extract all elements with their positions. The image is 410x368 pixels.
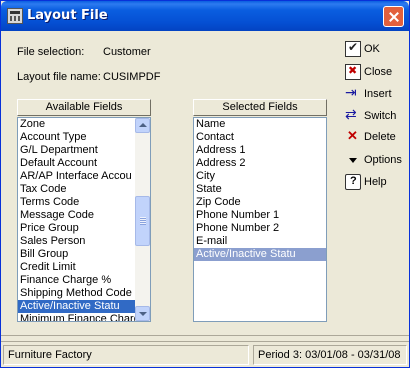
switch-button[interactable]: Switch: [345, 106, 409, 126]
insert-label: Insert: [364, 88, 392, 100]
list-item[interactable]: Message Code: [18, 209, 150, 222]
available-fields-scrollbar[interactable]: [135, 118, 150, 321]
insert-icon: [345, 84, 361, 102]
list-item[interactable]: Zone: [18, 118, 150, 131]
list-item[interactable]: Default Account: [18, 157, 150, 170]
options-label: Options: [364, 154, 402, 166]
divider: [1, 335, 409, 336]
close-document-icon: [345, 64, 361, 80]
period-info: Period 3: 03/01/08 - 03/31/08: [253, 345, 407, 365]
list-item[interactable]: Contact: [194, 131, 326, 144]
company-name: Furniture Factory: [3, 345, 249, 365]
list-item[interactable]: Price Group: [18, 222, 150, 235]
list-item[interactable]: Name: [194, 118, 326, 131]
list-item[interactable]: Shipping Method Code: [18, 287, 150, 300]
list-item[interactable]: Minimum Finance Charg: [18, 313, 150, 321]
ok-button[interactable]: OK: [345, 39, 409, 59]
layout-file-window: Layout File File selection: Customer Lay…: [0, 0, 410, 368]
list-item[interactable]: City: [194, 170, 326, 183]
list-item[interactable]: E-mail: [194, 235, 326, 248]
title-bar[interactable]: Layout File: [1, 1, 409, 31]
list-item[interactable]: Active/Inactive Statu: [18, 300, 150, 313]
available-fields-list[interactable]: Zone Account Type G/L Department Default Ac…: [17, 117, 151, 322]
ok-label: OK: [364, 43, 380, 55]
list-item[interactable]: Address 1: [194, 144, 326, 157]
list-item[interactable]: Terms Code: [18, 196, 150, 209]
list-item[interactable]: Tax Code: [18, 183, 150, 196]
list-item[interactable]: Bill Group: [18, 248, 150, 261]
selected-fields-items: Name Contact Address 1 Address 2 City State Zi…: [194, 118, 326, 261]
dropdown-arrow-icon: [345, 152, 361, 168]
window-title: Layout File: [27, 8, 108, 23]
switch-icon: [345, 106, 361, 124]
status-bar: Furniture Factory Period 3: 03/01/08 - 0…: [1, 341, 409, 367]
list-item[interactable]: Address 2: [194, 157, 326, 170]
file-selection-value: Customer: [103, 46, 151, 58]
options-button[interactable]: Options: [345, 150, 409, 170]
file-selection-label: File selection:: [17, 46, 85, 58]
layout-file-name-value: CUSIMPDF: [103, 71, 161, 83]
list-item[interactable]: Zip Code: [194, 196, 326, 209]
calculator-app-icon: [7, 8, 23, 24]
list-item[interactable]: Sales Person: [18, 235, 150, 248]
layout-file-name-label: Layout file name:: [17, 71, 101, 83]
list-item[interactable]: AR/AP Interface Accou: [18, 170, 150, 183]
help-icon: [345, 174, 361, 190]
list-item[interactable]: Account Type: [18, 131, 150, 144]
delete-label: Delete: [364, 131, 396, 143]
available-fields-header: Available Fields: [17, 99, 151, 116]
delete-button[interactable]: Delete: [345, 127, 409, 147]
scroll-thumb[interactable]: [135, 196, 150, 246]
close-icon[interactable]: [383, 6, 404, 27]
scroll-down-icon[interactable]: [135, 306, 150, 321]
help-button[interactable]: Help: [345, 172, 409, 192]
list-item[interactable]: Phone Number 2: [194, 222, 326, 235]
selected-fields-header: Selected Fields: [193, 99, 327, 116]
available-fields-items: Zone Account Type G/L Department Default Ac…: [18, 118, 150, 321]
scroll-up-icon[interactable]: [135, 118, 150, 133]
selected-fields-list[interactable]: Name Contact Address 1 Address 2 City State Zi…: [193, 117, 327, 322]
list-item[interactable]: Finance Charge %: [18, 274, 150, 287]
switch-label: Switch: [364, 110, 397, 122]
list-item[interactable]: State: [194, 183, 326, 196]
list-item[interactable]: Credit Limit: [18, 261, 150, 274]
list-item[interactable]: Phone Number 1: [194, 209, 326, 222]
list-item[interactable]: Active/Inactive Statu: [194, 248, 326, 261]
ok-icon: [345, 40, 361, 57]
help-label: Help: [364, 176, 387, 188]
close-button[interactable]: Close: [345, 62, 409, 82]
close-label: Close: [364, 66, 393, 78]
delete-icon: [345, 128, 361, 145]
list-item[interactable]: G/L Department: [18, 144, 150, 157]
insert-button[interactable]: Insert: [345, 84, 409, 104]
